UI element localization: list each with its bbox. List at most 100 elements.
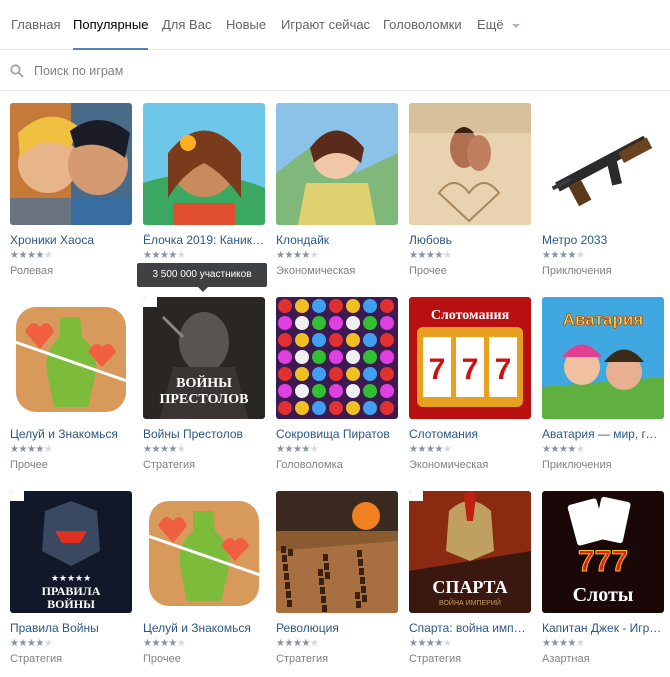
avataria-thumbnail[interactable]: Аватария xyxy=(542,297,664,419)
christmas-tree-thumbnail[interactable] xyxy=(143,103,265,225)
svg-text:★★★★★: ★★★★★ xyxy=(51,573,91,583)
participants-tooltip: 3 500 000 участников xyxy=(137,263,267,292)
svg-text:ПРЕСТОЛОВ: ПРЕСТОЛОВ xyxy=(160,392,249,407)
tab-more-label: Ещё xyxy=(477,17,504,32)
tab-bar: Главная Популярные Для Вас Новые Играют … xyxy=(0,0,670,50)
search-input[interactable] xyxy=(34,59,634,83)
game-genre: Экономическая xyxy=(409,459,489,471)
game-title[interactable]: Слотомания xyxy=(409,427,531,441)
game-title[interactable]: Аватария — мир, где живёт общение xyxy=(542,427,664,441)
tab-puzzles[interactable]: Головоломки xyxy=(383,0,462,50)
game-card[interactable]: Клондайк ★★★★★ Экономическая xyxy=(276,103,398,283)
game-title[interactable]: Целуй и Знакомься xyxy=(143,621,265,635)
star-icon: ★ xyxy=(35,638,44,649)
game-card[interactable]: Революция ★★★★★ Стратегия xyxy=(276,491,398,671)
game-card[interactable]: Любовь ★★★★★ Прочее xyxy=(409,103,531,283)
game-genre: Ролевая xyxy=(10,265,54,277)
game-card[interactable]: 7 7 7 Слотомания Слотомания ★★★★★ Экономическа… xyxy=(409,297,531,477)
game-genre: Приключения xyxy=(542,459,612,471)
game-title[interactable]: Клондайк xyxy=(276,233,398,247)
revolution-thumbnail[interactable] xyxy=(276,491,398,613)
game-card[interactable]: Целуй и Знакомься ★★★★★ Прочее xyxy=(10,297,132,477)
star-icon: ★ xyxy=(309,638,319,649)
tab-new[interactable]: Новые xyxy=(226,0,266,50)
star-icon: ★ xyxy=(168,444,177,455)
star-icon: ★ xyxy=(168,638,177,649)
game-card[interactable]: Хроники Хаоса ★★★★★ Ролевая xyxy=(10,103,132,283)
game-genre: Прочее xyxy=(10,459,48,471)
game-title[interactable]: Любовь xyxy=(409,233,531,247)
game-genre: Стратегия xyxy=(10,653,63,665)
chevron-down-icon xyxy=(511,23,520,28)
game-card[interactable]: СПАРТА ВОЙНА ИМПЕРИЙ Спарта: война империй… xyxy=(409,491,531,671)
game-title[interactable]: Хроники Хаоса xyxy=(10,233,132,247)
game-card[interactable]: Целуй и Знакомься ★★★★★ Прочее xyxy=(143,491,265,671)
star-icon: ★ xyxy=(575,638,585,649)
game-title[interactable]: Спарта: война империй xyxy=(409,621,531,635)
rating-stars: ★★★★★ xyxy=(143,444,186,456)
game-genre: Стратегия xyxy=(143,459,196,471)
game-genre: Стратегия xyxy=(409,653,462,665)
slotomania-thumbnail[interactable]: 7 7 7 Слотомания xyxy=(409,297,531,419)
game-title[interactable]: Революция xyxy=(276,621,398,635)
game-card[interactable]: Сокровища Пиратов ★★★★★ Головоломка xyxy=(276,297,398,477)
klondike-thumbnail[interactable] xyxy=(276,103,398,225)
game-title[interactable]: Метро 2033 xyxy=(542,233,664,247)
star-icon: ★ xyxy=(550,444,559,455)
rating-stars: ★★★★★ xyxy=(276,444,319,456)
star-icon: ★ xyxy=(176,444,186,455)
star-icon: ★ xyxy=(35,250,44,261)
svg-text:ВОЙНА ИМПЕРИЙ: ВОЙНА ИМПЕРИЙ xyxy=(439,598,501,607)
star-icon: ★ xyxy=(442,638,452,649)
rules-of-war-thumbnail[interactable]: ★★★★★ ПРАВИЛА ВОЙНЫ xyxy=(10,491,132,613)
tab-more[interactable]: Ещё xyxy=(477,0,520,50)
game-title[interactable]: Капитан Джек - Игровые автоматы xyxy=(542,621,664,635)
search-icon xyxy=(10,64,24,78)
game-card[interactable]: ВОЙНЫ ПРЕСТОЛОВ Войны Престолов ★★★★★ Страте… xyxy=(143,297,265,477)
game-card[interactable]: Ёлочка 2019: Каникулы★★★★★Казуальная xyxy=(143,103,265,283)
rating-stars: ★★★★★ xyxy=(409,638,452,650)
metro-2033-thumbnail[interactable] xyxy=(542,103,664,225)
tab-home[interactable]: Главная xyxy=(11,0,60,50)
tab-playing-now[interactable]: Играют сейчас xyxy=(281,0,370,50)
star-icon: ★ xyxy=(284,250,293,261)
kiss-and-meet-2-thumbnail[interactable] xyxy=(143,491,265,613)
game-title[interactable]: Сокровища Пиратов xyxy=(276,427,398,441)
tab-for-you[interactable]: Для Вас xyxy=(162,0,211,50)
rating-stars: ★★★★★ xyxy=(10,638,53,650)
rating-stars: ★★★★★ xyxy=(409,250,452,262)
pirate-treasures-thumbnail[interactable] xyxy=(276,297,398,419)
star-icon: ★ xyxy=(301,444,310,455)
rating-stars: ★★★★★ xyxy=(542,638,585,650)
star-icon: ★ xyxy=(575,444,585,455)
star-icon: ★ xyxy=(43,444,53,455)
star-icon: ★ xyxy=(18,444,27,455)
svg-text:ПРАВИЛА: ПРАВИЛА xyxy=(42,584,101,598)
star-icon: ★ xyxy=(550,638,559,649)
tab-popular[interactable]: Популярные xyxy=(73,0,149,50)
rating-stars: ★★★★★ xyxy=(10,250,53,262)
game-title[interactable]: Ёлочка 2019: Каникулы xyxy=(143,233,265,247)
game-card[interactable]: Аватария Аватария — мир, где живёт общени… xyxy=(542,297,664,477)
wars-of-thrones-thumbnail[interactable]: ВОЙНЫ ПРЕСТОЛОВ xyxy=(143,297,265,419)
game-card[interactable]: ★★★★★ ПРАВИЛА ВОЙНЫ Правила Войны ★★★★★ Страт… xyxy=(10,491,132,671)
game-title[interactable]: Войны Престолов xyxy=(143,427,265,441)
star-icon: ★ xyxy=(417,250,426,261)
rating-stars: ★★★★★ xyxy=(542,250,585,262)
chaos-chronicles-thumbnail[interactable] xyxy=(10,103,132,225)
game-genre: Прочее xyxy=(143,653,181,665)
rating-stars: ★★★★★ xyxy=(10,444,53,456)
rating-stars: ★★★★★ xyxy=(143,638,186,650)
star-icon: ★ xyxy=(442,444,452,455)
svg-text:7: 7 xyxy=(429,353,446,386)
love-thumbnail[interactable] xyxy=(409,103,531,225)
game-card[interactable]: 777 Слоты Капитан Джек - Игровые автоматы ★… xyxy=(542,491,664,671)
kiss-and-meet-thumbnail[interactable] xyxy=(10,297,132,419)
game-genre: Азартная xyxy=(542,653,590,665)
game-card[interactable]: Метро 2033 ★★★★★ Приключения xyxy=(542,103,664,283)
captain-jack-slots-thumbnail[interactable]: 777 Слоты xyxy=(542,491,664,613)
star-icon: ★ xyxy=(18,250,27,261)
game-title[interactable]: Правила Войны xyxy=(10,621,132,635)
game-title[interactable]: Целуй и Знакомься xyxy=(10,427,132,441)
sparta-thumbnail[interactable]: СПАРТА ВОЙНА ИМПЕРИЙ xyxy=(409,491,531,613)
